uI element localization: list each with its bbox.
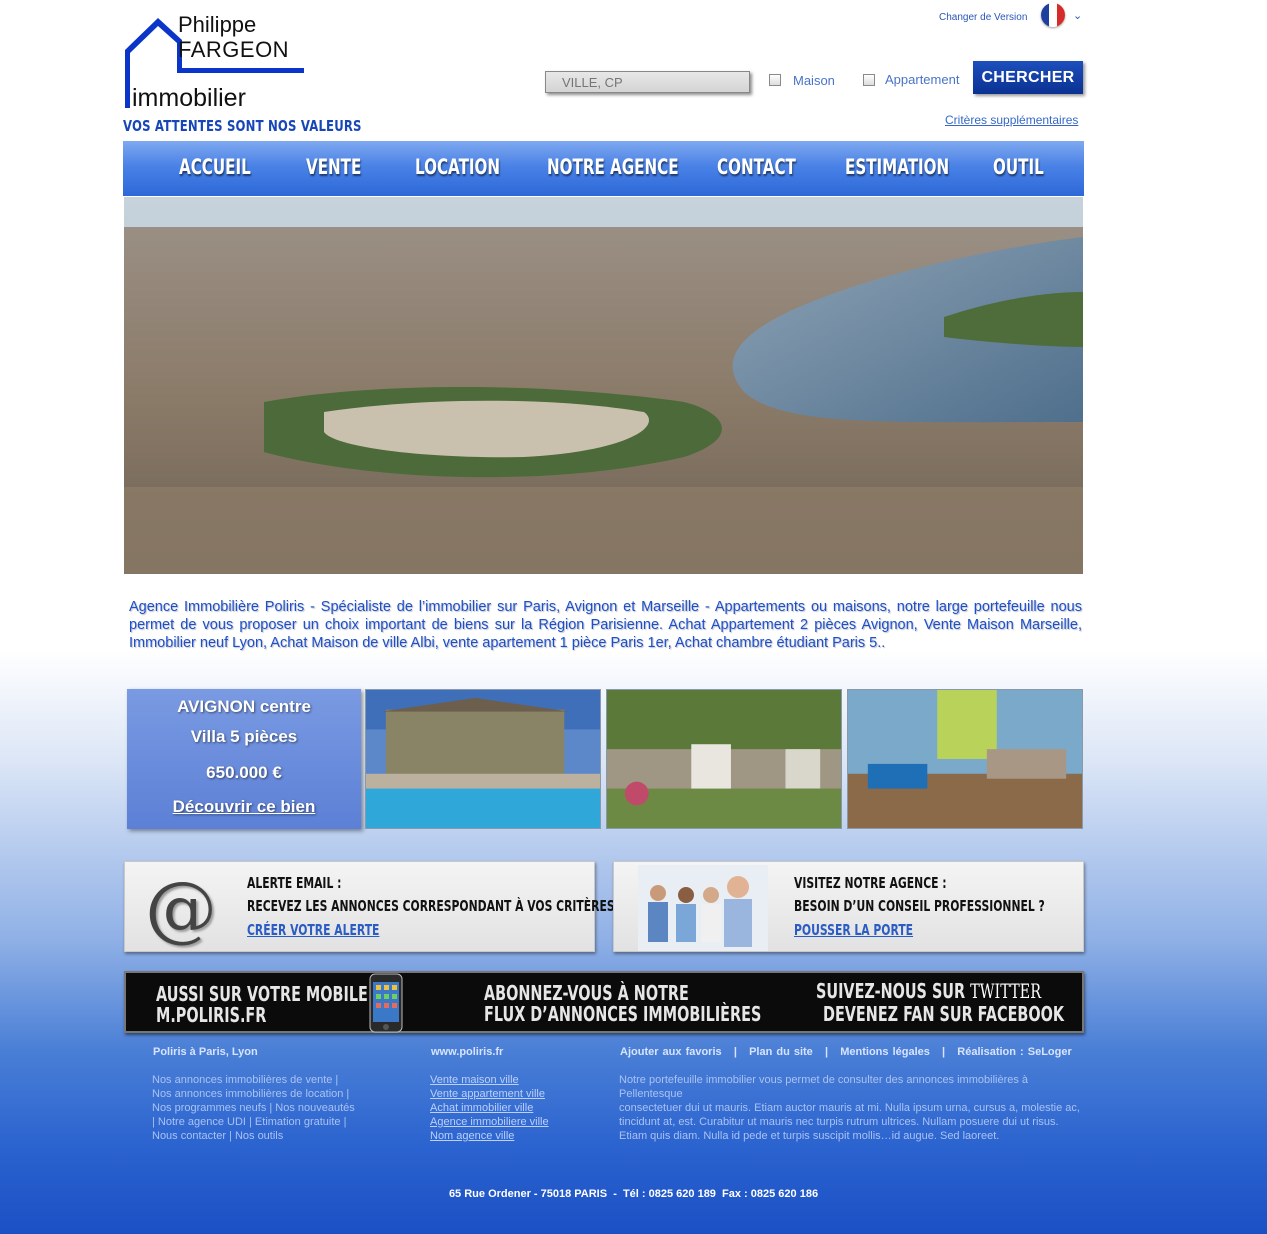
agency-title: VISITEZ NOTRE AGENCE : (794, 874, 947, 892)
footer-description: Notre portefeuille immobilier vous perme… (619, 1073, 1084, 1143)
add-favorites-link[interactable]: Ajouter aux favoris (620, 1046, 722, 1058)
living-room-photo[interactable] (847, 689, 1083, 829)
footer-link[interactable]: Vente appartement ville (430, 1087, 549, 1101)
villa-pool-photo[interactable] (365, 689, 601, 829)
nav-estimation[interactable]: ESTIMATION (845, 155, 949, 179)
rss-line1: ABONNEZ-VOUS À NOTRE (484, 981, 689, 1005)
apartment-checkbox-label: Appartement (885, 72, 960, 87)
email-alert-box: @ ALERTE EMAIL : RECEVEZ LES ANNONCES CO… (124, 861, 615, 952)
twitter-follow-label: SUIVEZ-NOUS SUR (816, 979, 966, 1003)
intro-text: Agence Immobilière Poliris - Spécialiste… (129, 599, 1082, 651)
create-alert-link[interactable]: CRÉER VOTRE ALERTE (247, 921, 379, 939)
footer-col2-links: Vente maison ville Vente appartement vil… (430, 1073, 549, 1143)
footer-description-line: Notre portefeuille immobilier vous perme… (619, 1074, 1029, 1100)
team-photo (638, 865, 768, 951)
footer-description-line: Etiam quis diam. Nulla id pede et turpis… (619, 1130, 1000, 1142)
footer-col1-line[interactable]: Nous contacter | Nos outils (152, 1129, 355, 1143)
city-aerial-photo (124, 197, 1083, 574)
footer-link[interactable]: Nom agence ville (430, 1129, 549, 1143)
visit-agency-link[interactable]: POUSSER LA PORTE (794, 921, 913, 939)
social-banner: AUSSI SUR VOTRE MOBILE M.POLIRIS.FR ABON… (124, 971, 1084, 1033)
twitter-follow-link[interactable]: SUIVEZ-NOUS SUR TWITTER (816, 981, 1041, 1002)
footer-col1-line[interactable]: Nos annonces immobilières de location | (152, 1087, 355, 1101)
nav-outil[interactable]: OUTIL (993, 155, 1044, 179)
nav-vente[interactable]: VENTE (306, 155, 361, 179)
twitter-logo-icon: TWITTER (970, 979, 1042, 1003)
search-button[interactable]: CHERCHER (973, 61, 1083, 94)
footer-separator: | (942, 1046, 946, 1058)
alert-title: ALERTE EMAIL : (247, 874, 342, 892)
nav-contact[interactable]: CONTACT (717, 155, 796, 179)
apartment-checkbox[interactable] (863, 74, 875, 86)
discover-property-link[interactable]: Découvrir ce bien (127, 797, 361, 817)
featured-property-card[interactable]: AVIGNON centre Villa 5 pièces 650.000 € … (127, 689, 361, 829)
credits-link[interactable]: Réalisation : SeLoger (957, 1046, 1071, 1058)
house-checkbox-label: Maison (793, 73, 835, 88)
at-sign-icon: @ (145, 866, 217, 950)
visit-agency-box: VISITEZ NOTRE AGENCE : BESOIN D’UN CONSE… (613, 861, 1084, 952)
nav-location[interactable]: LOCATION (415, 155, 500, 179)
footer-col1-line[interactable]: Nos programmes neufs | Nos nouveautés (152, 1101, 355, 1115)
footer-col1-title: Poliris à Paris, Lyon (153, 1046, 258, 1058)
footer-address: 65 Rue Ordener - 75018 PARIS - Tél : 082… (448, 1188, 819, 1200)
footer-description-line: consectetuer dui ut mauris. Etiam auctor… (619, 1102, 1080, 1114)
alert-text: RECEVEZ LES ANNONCES CORRESPONDANT À VOS… (247, 897, 615, 915)
legal-notice-link[interactable]: Mentions légales (840, 1046, 930, 1058)
featured-location: AVIGNON centre (177, 697, 311, 716)
change-version-link[interactable]: Changer de Version (939, 12, 1027, 23)
more-criteria-link[interactable]: Critères supplémentaires (945, 113, 1078, 127)
garden-house-photo[interactable] (606, 689, 842, 829)
nav-accueil[interactable]: ACCUEIL (179, 155, 251, 179)
city-search-input[interactable] (545, 71, 750, 93)
featured-price: 650.000 € (206, 763, 282, 782)
footer-col1-line[interactable]: Nos annonces immobilières de vente | (152, 1073, 355, 1087)
footer-col2-title: www.poliris.fr (431, 1046, 504, 1058)
rss-subscribe-link[interactable]: FLUX D’ANNONCES IMMOBILIÈRES (484, 1004, 761, 1025)
chevron-down-icon[interactable]: ⌄ (1073, 9, 1082, 22)
sitemap-link[interactable]: Plan du site (749, 1046, 813, 1058)
footer-separator: | (824, 1046, 829, 1058)
featured-type: Villa 5 pièces (190, 727, 298, 746)
footer-link[interactable]: Achat immobilier ville (430, 1101, 549, 1115)
footer-link[interactable]: Vente maison ville (430, 1073, 549, 1087)
smartphone-icon[interactable] (369, 973, 403, 1033)
main-nav: ACCUEIL VENTE LOCATION NOTRE AGENCE CONT… (123, 141, 1084, 196)
footer-col1-links: Nos annonces immobilières de vente | Nos… (152, 1073, 355, 1143)
nav-notre-agence[interactable]: NOTRE AGENCE (547, 155, 679, 179)
agency-text: BESOIN D’UN CONSEIL PROFESSIONNEL ? (794, 897, 1045, 915)
mobile-line1: AUSSI SUR VOTRE MOBILE (156, 982, 368, 1006)
logo-name-first: Philippe (178, 12, 257, 37)
facebook-fan-link[interactable]: DEVENEZ FAN SUR FACEBOOK (823, 1004, 1064, 1025)
mobile-site-link[interactable]: M.POLIRIS.FR (156, 1005, 266, 1026)
tagline: VOS ATTENTES SONT NOS VALEURS (123, 117, 362, 135)
house-checkbox[interactable] (769, 74, 781, 86)
footer-col1-line[interactable]: | Notre agence UDI | Etimation gratuite … (152, 1115, 355, 1129)
footer-top-links: Ajouter aux favoris | Plan du site | Men… (620, 1046, 1072, 1058)
logo-name-last: FARGEON (178, 37, 290, 62)
footer-link[interactable]: Agence immobiliere ville (430, 1115, 549, 1129)
footer-description-line: tincidunt at, est. Curabitur ut mauris n… (619, 1116, 1059, 1128)
logo-immobilier: immobilier (132, 84, 246, 112)
footer-separator: | (733, 1046, 737, 1058)
french-flag-icon[interactable] (1041, 3, 1065, 27)
